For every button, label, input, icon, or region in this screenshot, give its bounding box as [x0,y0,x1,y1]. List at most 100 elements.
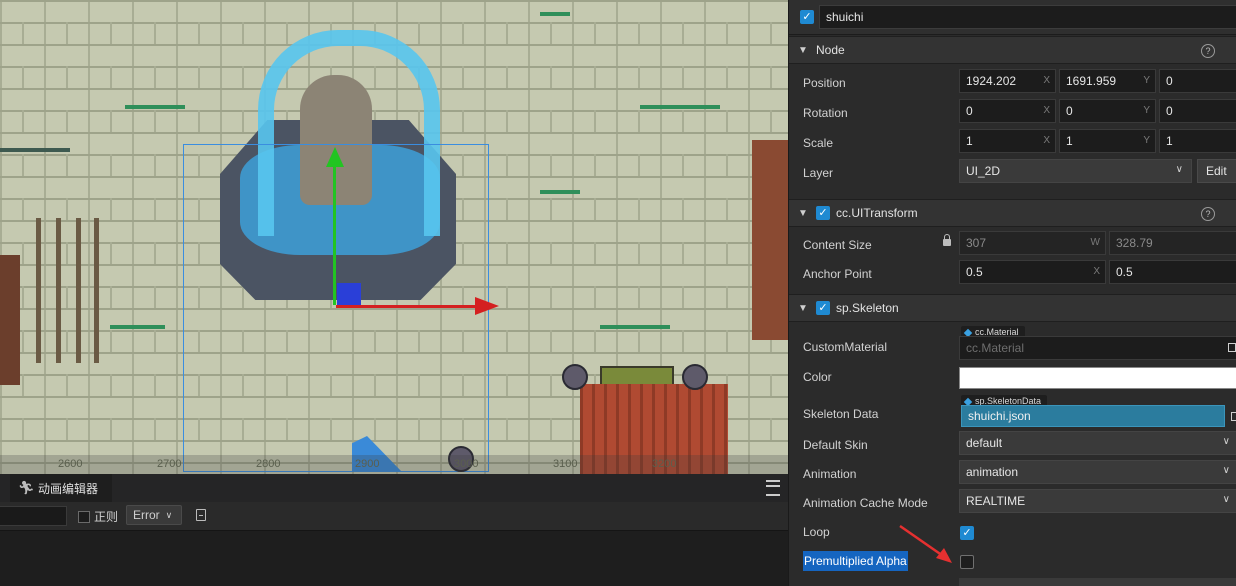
rotation-x-field[interactable]: 0X [959,99,1056,123]
animation-select[interactable]: animation ∨ [959,460,1236,484]
inspector-panel: ✓ shuichi ▼ Node ? Position 1924.202 X 16… [788,0,1236,586]
default-skin-value: default [966,436,1003,450]
scale-y-value: 1 [1066,134,1073,148]
skeleton-data-row: Skeleton Data sp.SkeletonData shuichi.js… [789,395,1236,428]
move-gizmo-x-arrow[interactable] [475,297,499,315]
default-skin-row: Default Skin default ∨ [789,431,1236,459]
uitransform-section-header[interactable]: ▼ ✓ cc.UITransform ? [789,199,1236,227]
annotation-arrow-icon [899,524,952,563]
help-icon[interactable]: ? [1201,44,1215,58]
log-level-select[interactable]: Error ∨ [126,505,182,525]
position-y-field[interactable]: 1691.959 Y [1059,69,1156,93]
skeleton-section-header[interactable]: ▼ ✓ sp.Skeleton [789,294,1236,322]
section-title: Node [816,43,845,57]
uitransform-enabled-checkbox[interactable]: ✓ [816,206,830,220]
default-skin-select[interactable]: default ∨ [959,431,1236,455]
lock-icon[interactable] [943,234,951,246]
move-gizmo-y-axis[interactable] [333,160,336,305]
help-icon[interactable]: ? [1201,207,1215,221]
position-z-field[interactable]: 0 [1159,69,1236,93]
regex-checkbox[interactable] [78,510,90,523]
layer-edit-button[interactable]: Edit [1197,159,1236,183]
axis-letter: Y [1143,105,1150,116]
rotation-y-field[interactable]: 0Y [1059,99,1156,123]
scale-x-field[interactable]: 1X [959,129,1056,153]
collapse-arrow-icon[interactable]: ▼ [798,45,810,56]
running-figure-icon: 🏃︎ [18,480,35,495]
custom-material-field[interactable]: cc.Material [959,336,1236,360]
default-skin-label: Default Skin [803,438,868,452]
loop-checkbox[interactable]: ✓ [960,526,974,540]
color-row: Color [789,363,1236,391]
content-size-label: Content Size [803,238,872,252]
custom-material-row: CustomMaterial cc.Material cc.Material [789,326,1236,360]
axis-letter: W [1090,237,1100,248]
animation-cache-mode-select[interactable]: REALTIME ∨ [959,489,1236,513]
chevron-down-icon: ∨ [1222,436,1230,447]
tab-animation-editor-label: 动画编辑器 [38,481,99,496]
scale-label: Scale [803,136,834,150]
content-size-h-field[interactable]: 328.79 [1109,231,1236,255]
collapse-arrow-icon[interactable]: ▼ [798,208,810,219]
axis-letter: X [1043,75,1050,86]
hamburger-menu-icon[interactable] [766,480,780,496]
scene-viewport[interactable]: 2600 2700 2800 2900 3000 3100 3200 [0,0,788,474]
tab-animation-editor[interactable]: 🏃︎ 动画编辑器 [10,474,113,502]
content-size-w-field[interactable]: 307 W [959,231,1106,255]
selection-bounding-box[interactable] [183,144,489,472]
anchor-y-field[interactable]: 0.5 [1109,260,1236,284]
color-swatch[interactable] [959,367,1236,389]
move-gizmo-center[interactable] [337,283,361,305]
open-asset-icon[interactable] [1228,343,1236,352]
clear-log-icon[interactable] [196,509,206,521]
collapse-arrow-icon[interactable]: ▼ [798,303,810,314]
animation-value: animation [966,465,1019,479]
chevron-down-icon: ∨ [1222,465,1230,476]
chevron-down-icon: ∨ [1175,164,1183,175]
premultiplied-alpha-row: Premultiplied Alpha [789,547,1236,575]
move-gizmo-x-axis[interactable] [336,305,476,308]
scale-row: Scale 1X 1Y 1 [789,129,1236,157]
axis-letter: X [1093,266,1100,277]
anchor-x-field[interactable]: 0.5 X [959,260,1106,284]
animation-row: Animation animation ∨ [789,460,1236,488]
rotation-y-value: 0 [1066,104,1073,118]
rotation-z-field[interactable]: 0 [1159,99,1236,123]
anchor-y-value: 0.5 [1116,265,1133,279]
content-size-row: Content Size 307 W 328.79 [789,231,1236,259]
layer-row: Layer UI_2D ∨ Edit [789,159,1236,187]
bottom-tab-bar: 🏃︎ 动画编辑器 [0,474,788,503]
position-x-field[interactable]: 1924.202 X [959,69,1056,93]
premultiplied-alpha-label: Premultiplied Alpha [803,551,908,571]
scale-z-value: 1 [1166,134,1173,148]
anchor-x-value: 0.5 [966,265,983,279]
rotation-row: Rotation 0X 0Y 0 [789,99,1236,127]
scale-y-field[interactable]: 1Y [1059,129,1156,153]
chevron-down-icon: ∨ [1222,494,1230,505]
layer-label: Layer [803,166,834,180]
regex-toggle[interactable]: 正则 [78,508,118,525]
scale-x-value: 1 [966,134,973,148]
axis-letter: Y [1143,75,1150,86]
section-title: sp.Skeleton [836,301,899,315]
skeleton-data-field[interactable]: shuichi.json [961,405,1225,427]
skeleton-enabled-checkbox[interactable]: ✓ [816,301,830,315]
lamp-sprite [562,364,588,390]
node-name-input[interactable]: shuichi [819,5,1236,29]
scale-z-field[interactable]: 1 [1159,129,1236,153]
custom-material-label: CustomMaterial [803,340,888,354]
loop-row: Loop ✓ [789,518,1236,546]
premultiplied-alpha-checkbox[interactable] [960,555,974,569]
content-size-w-value: 307 [966,236,987,250]
layer-select[interactable]: UI_2D ∨ [959,159,1192,183]
move-gizmo-y-arrow[interactable] [326,147,344,167]
anchor-point-row: Anchor Point 0.5 X 0.5 [789,260,1236,288]
custom-material-placeholder: cc.Material [966,341,1025,355]
house-sprite [752,140,788,340]
console-search-input[interactable] [0,506,67,526]
axis-letter: X [1043,105,1050,116]
position-x-value: 1924.202 [966,74,1017,88]
open-asset-icon[interactable] [1231,412,1236,421]
node-active-checkbox[interactable]: ✓ [800,10,814,24]
node-section-header[interactable]: ▼ Node ? [789,36,1236,64]
